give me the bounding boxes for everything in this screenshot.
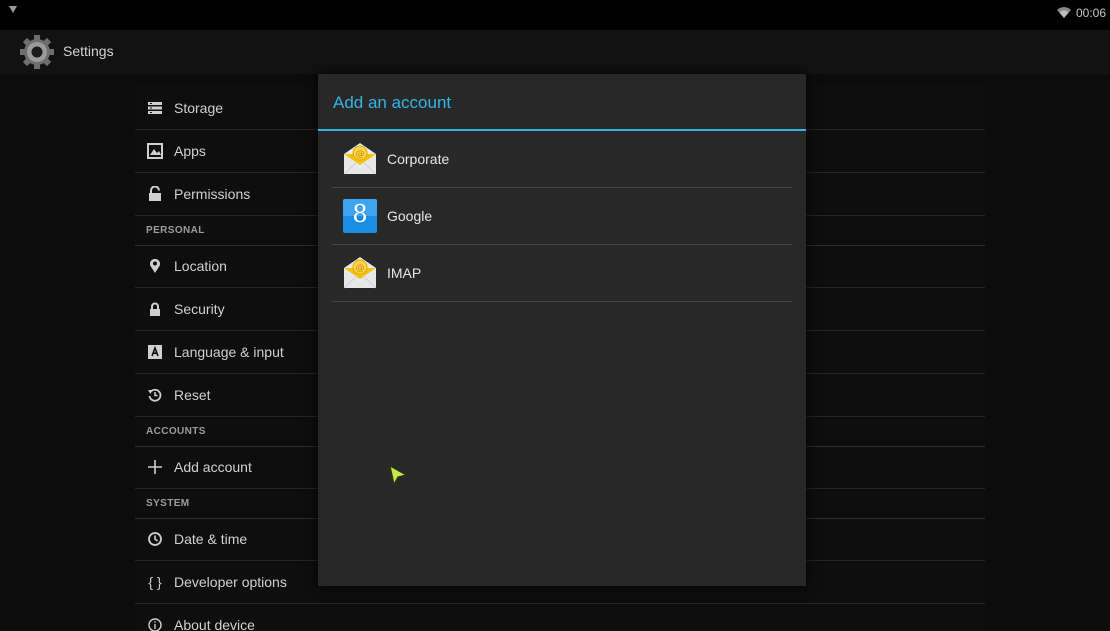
keyboard-a-icon [147,344,163,360]
google-icon-glyph: 8 [352,200,368,228]
google-icon: 8 [342,198,378,234]
settings-item-label: Apps [174,143,206,159]
mouse-cursor-icon [388,464,408,491]
storage-icon [147,100,163,116]
section-header-label: SYSTEM [146,498,190,509]
account-option-label: Google [387,208,433,224]
page-title: Settings [63,43,114,59]
braces-icon: { } [148,574,162,590]
settings-item-label: Language & input [174,344,284,360]
account-option-imap[interactable]: @ IMAP [332,245,792,302]
email-envelope-icon: @ [342,255,378,291]
settings-item-label: Security [174,301,225,317]
email-envelope-icon: @ [342,141,378,177]
location-pin-icon [147,258,163,274]
section-header-label: PERSONAL [146,225,205,236]
section-header-label: ACCOUNTS [146,426,206,437]
lock-open-icon [147,185,163,202]
action-bar: Settings [0,30,1110,74]
dialog-title: Add an account [333,93,452,112]
svg-text:@: @ [356,264,365,274]
status-clock: 00:06 [1076,6,1107,20]
add-account-dialog: Add an account @ Corporate 8 Google @ IM… [318,74,806,586]
reset-icon [147,387,163,403]
account-option-label: Corporate [387,151,450,167]
settings-item-label: Location [174,258,227,274]
settings-item-label: Date & time [174,531,248,547]
settings-gear-icon[interactable] [18,34,56,75]
settings-item-label: Developer options [174,574,287,590]
account-option-corporate[interactable]: @ Corporate [332,131,792,188]
settings-item-about-device[interactable]: About device [135,605,985,631]
account-option-label: IMAP [387,265,422,281]
apps-icon [147,143,163,159]
status-bar: 00:06 [0,0,1110,30]
lock-icon [147,301,163,317]
settings-item-label: Permissions [174,186,251,202]
signal-icon [8,4,18,17]
wifi-icon [1056,5,1072,24]
android-screen: 00:06 Settings Storage Apps Permissions … [0,0,1110,631]
info-icon [147,617,163,631]
settings-item-label: Add account [174,459,252,475]
svg-text:@: @ [356,150,365,160]
settings-item-label: About device [174,617,255,631]
clock-icon [147,531,163,547]
account-option-google[interactable]: 8 Google [332,188,792,245]
settings-item-label: Storage [174,100,224,116]
settings-item-label: Reset [174,387,211,403]
plus-icon [147,459,163,475]
